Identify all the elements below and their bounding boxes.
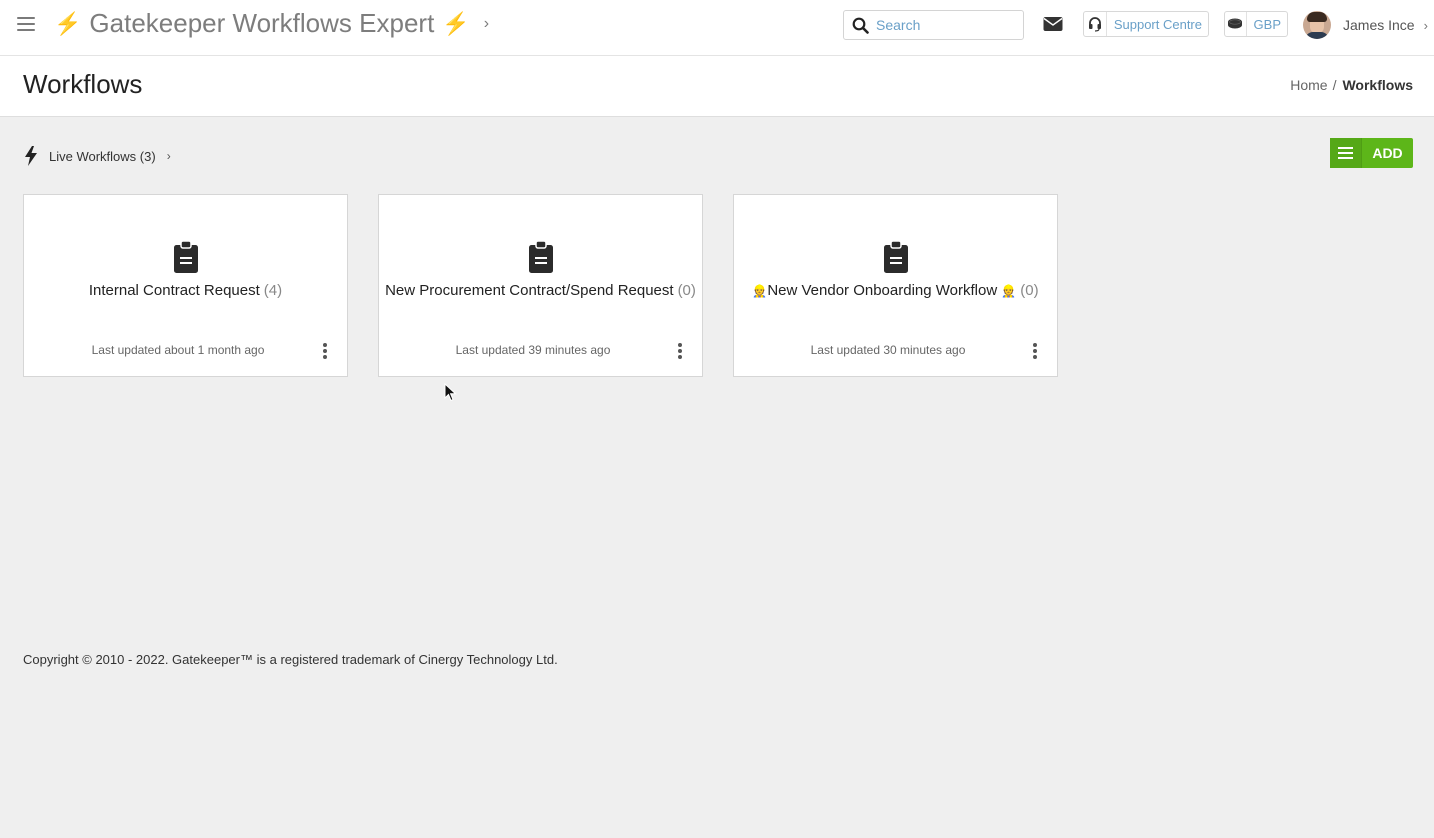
kebab-menu-icon[interactable] [1030, 341, 1040, 361]
headset-icon [1084, 12, 1107, 36]
workflow-card-count: (0) [677, 282, 696, 299]
mouse-cursor-icon [444, 382, 458, 403]
support-centre-button[interactable]: Support Centre [1083, 11, 1209, 37]
lightning-icon [23, 146, 39, 166]
search-input[interactable] [876, 17, 1016, 33]
currency-selector[interactable]: GBP [1224, 11, 1288, 37]
workflow-card[interactable]: Internal Contract Request (4) Last update… [23, 194, 348, 377]
avatar [1303, 11, 1331, 39]
top-bar: ⚡ Gatekeeper Workflows Expert ⚡ › Search… [0, 0, 1434, 56]
workflow-card-title: Internal Contract Request (4) [24, 282, 347, 299]
user-name: James Ince [1343, 17, 1415, 33]
workflow-card-title: New Procurement Contract/Spend Request (0… [379, 282, 702, 299]
breadcrumb-separator: / [1332, 77, 1337, 93]
construction-worker-emoji: 👷 [1001, 284, 1017, 298]
list-icon [1330, 138, 1362, 168]
app-title-text: Gatekeeper Workflows Expert [89, 8, 435, 38]
add-button[interactable]: ADD [1330, 138, 1413, 168]
workflow-card-updated: Last updated about 1 month ago [91, 343, 265, 357]
breadcrumb-current: Workflows [1342, 77, 1413, 93]
workflow-card-updated: Last updated 39 minutes ago [455, 343, 611, 357]
footer-copyright: Copyright © 2010 - 2022. Gatekeeper™ is … [23, 652, 558, 667]
clipboard-icon [173, 240, 199, 274]
app-title[interactable]: ⚡ Gatekeeper Workflows Expert ⚡ › [54, 8, 489, 39]
add-button-label: ADD [1372, 145, 1403, 161]
workflow-card[interactable]: 👷New Vendor Onboarding Workflow 👷 (0) Las… [733, 194, 1058, 377]
chevron-right-icon: › [483, 14, 490, 32]
live-workflows-toggle[interactable]: Live Workflows (3) › [23, 145, 171, 167]
envelope-icon[interactable] [1043, 16, 1063, 32]
search-icon [844, 17, 876, 34]
kebab-menu-icon[interactable] [320, 341, 330, 361]
workflow-card[interactable]: New Procurement Contract/Spend Request (0… [378, 194, 703, 377]
page-title: Workflows [23, 69, 143, 99]
breadcrumb: Home / Workflows [1290, 77, 1413, 93]
search-box[interactable] [843, 10, 1024, 40]
user-menu[interactable]: James Ince › [1303, 10, 1428, 40]
workflow-card-name: Internal Contract Request [88, 282, 260, 299]
coins-icon [1225, 12, 1247, 36]
lightning-icon: ⚡ [442, 10, 470, 36]
workflow-card-updated: Last updated 30 minutes ago [810, 343, 966, 357]
currency-label: GBP [1253, 16, 1281, 32]
chevron-right-icon: › [166, 149, 171, 163]
clipboard-icon [528, 240, 554, 274]
workflow-card-name: New Procurement Contract/Spend Request [385, 282, 674, 299]
construction-worker-emoji: 👷 [752, 284, 768, 298]
workflow-card-count: (0) [1020, 282, 1039, 299]
clipboard-icon [883, 240, 909, 274]
workflow-card-name: New Vendor Onboarding Workflow [767, 282, 998, 299]
kebab-menu-icon[interactable] [675, 341, 685, 361]
support-centre-label: Support Centre [1113, 16, 1202, 32]
lightning-icon: ⚡ [54, 10, 82, 36]
breadcrumb-home-link[interactable]: Home [1290, 77, 1327, 93]
workflow-card-title: 👷New Vendor Onboarding Workflow 👷 (0) [734, 282, 1057, 299]
hamburger-menu-icon[interactable] [17, 17, 35, 31]
chevron-right-icon: › [1423, 17, 1428, 33]
workflow-card-count: (4) [263, 282, 283, 299]
live-workflows-label: Live Workflows (3) [49, 148, 156, 164]
page-header: Workflows Home / Workflows [0, 56, 1434, 117]
